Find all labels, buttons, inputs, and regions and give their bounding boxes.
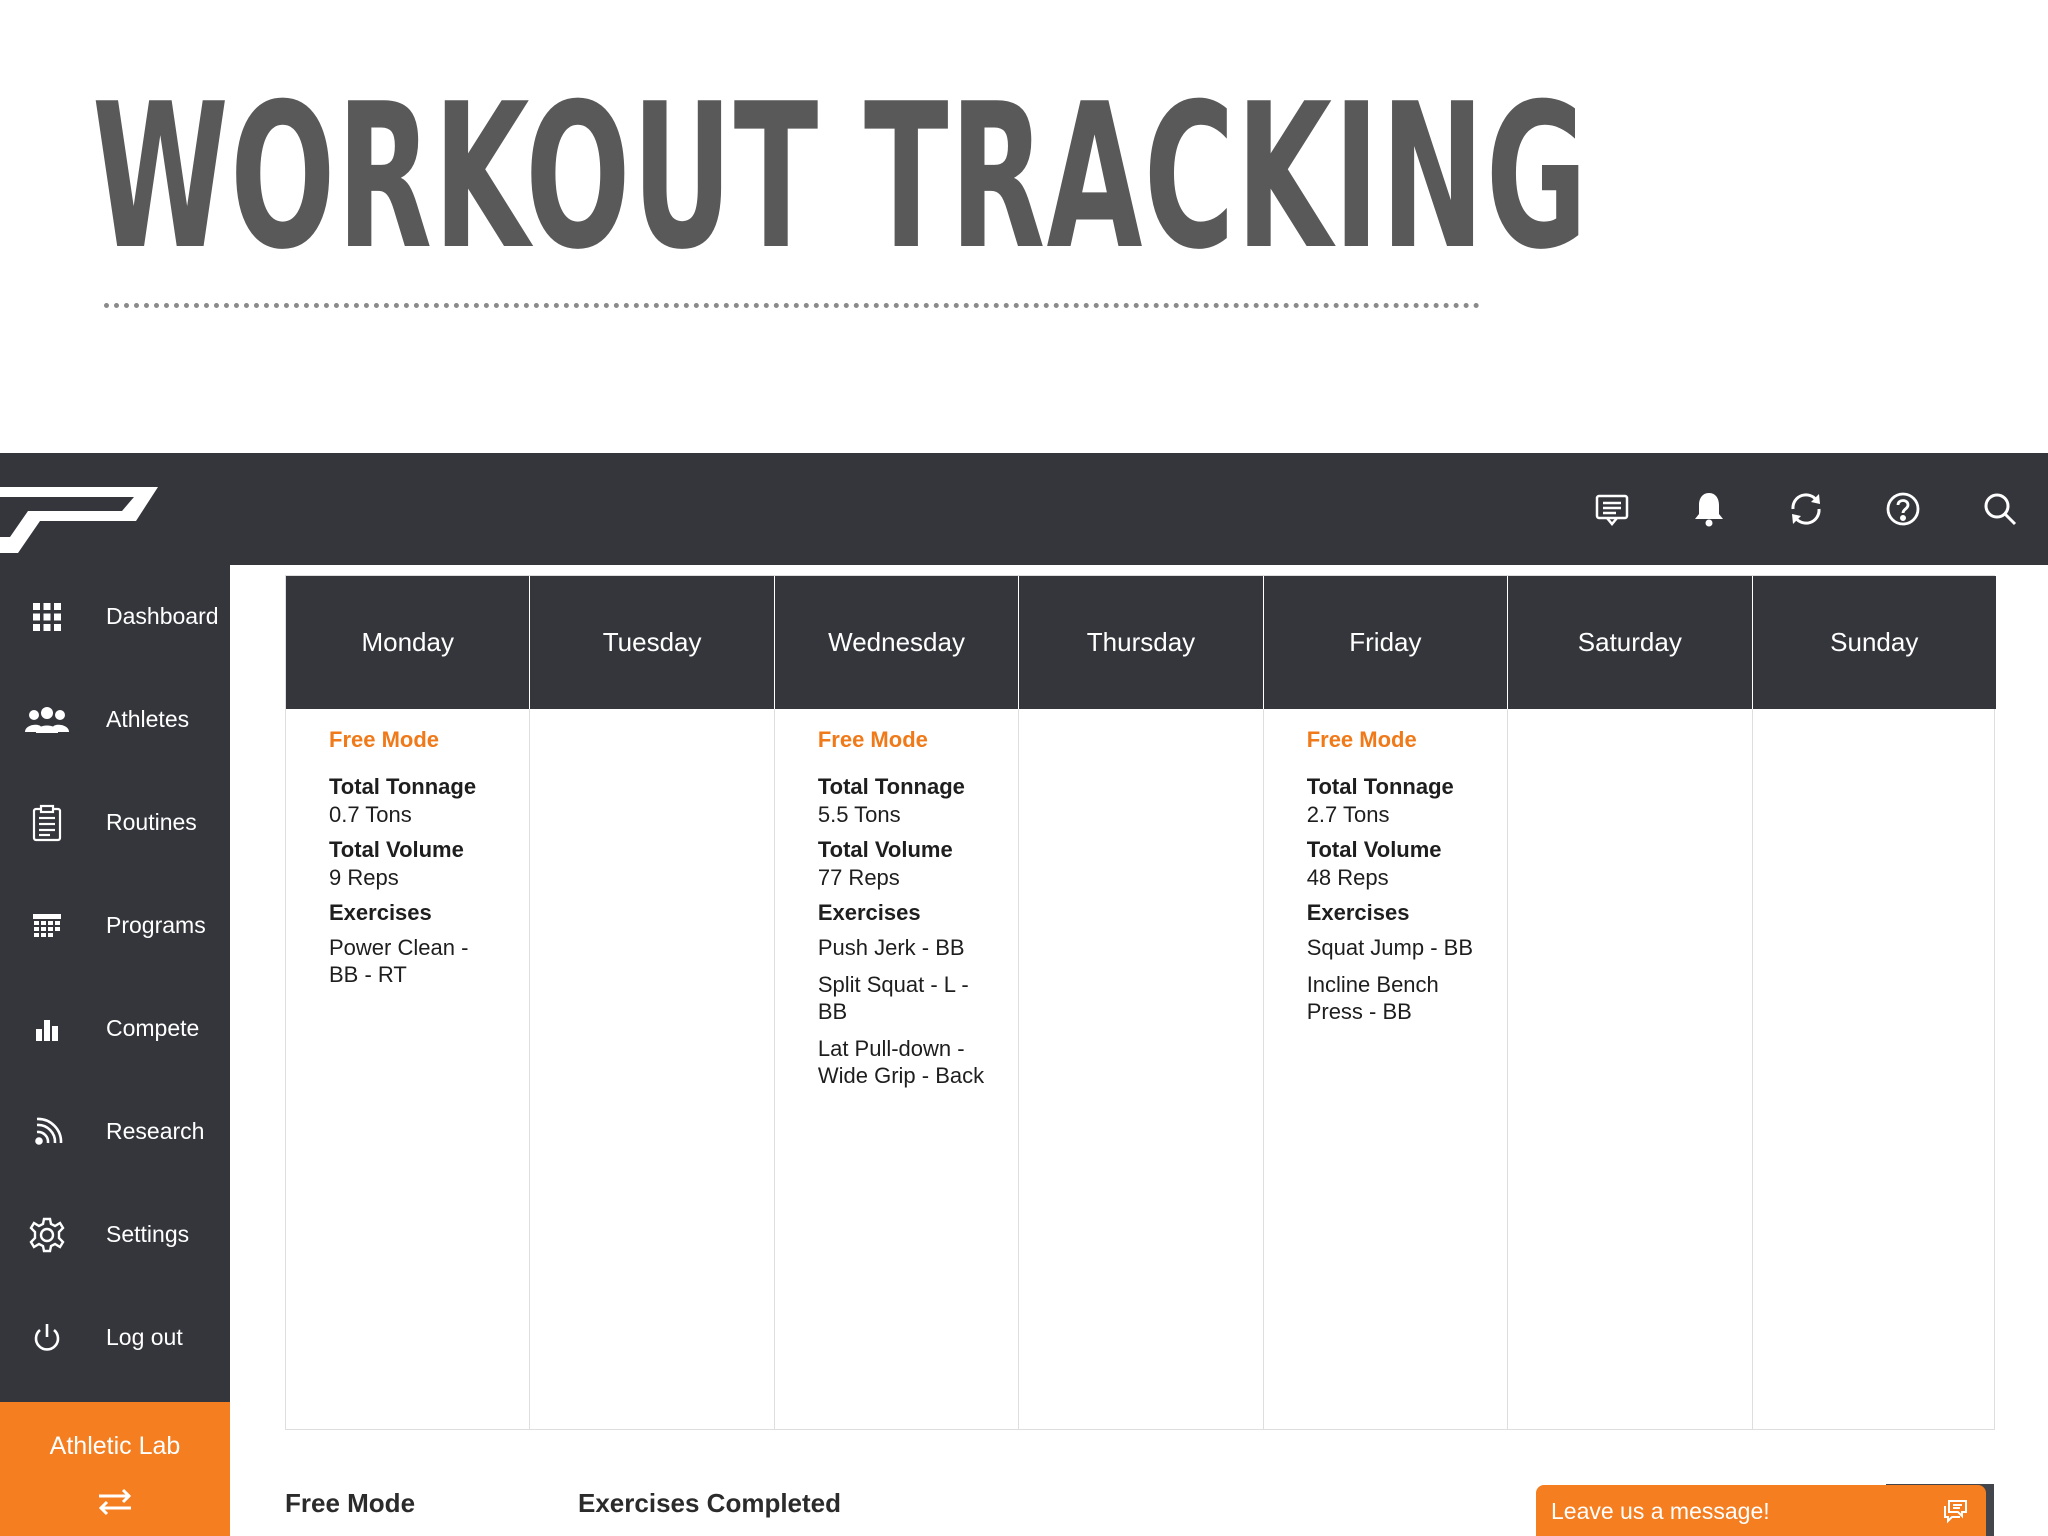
- day-header-sunday[interactable]: Sunday: [1753, 576, 1996, 709]
- exercise-item: Squat Jump - BB: [1306, 935, 1473, 960]
- exercises-label: Exercises: [817, 900, 921, 925]
- exercise-item: Split Squat - L - BB: [817, 972, 969, 1024]
- weekly-calendar: Monday Tuesday Wednesday Thursday Friday…: [285, 575, 1996, 1430]
- tonnage-label: Total Tonnage: [329, 774, 477, 799]
- sidebar-item-research[interactable]: Research: [0, 1080, 230, 1183]
- exercises-label: Exercises: [329, 900, 432, 925]
- sync-icon[interactable]: [1757, 453, 1854, 565]
- summary-exercises-completed-label: Exercises Completed: [578, 1488, 842, 1518]
- slide-title: WORKOUT TRACKING: [92, 61, 1589, 294]
- day-header-friday[interactable]: Friday: [1264, 576, 1509, 709]
- exercises-label: Exercises: [1306, 900, 1410, 925]
- sidebar-item-programs[interactable]: Programs: [0, 874, 230, 977]
- day-column-tuesday[interactable]: [530, 709, 775, 1430]
- sidebar-item-label: Programs: [106, 912, 206, 938]
- sidebar-item-compete[interactable]: Compete: [0, 977, 230, 1080]
- sidebar-item-athletes[interactable]: Athletes: [0, 668, 230, 771]
- sidebar-item-label: Settings: [106, 1221, 190, 1247]
- day-header-tuesday[interactable]: Tuesday: [530, 576, 775, 709]
- bar-chart-icon: [0, 977, 94, 1080]
- sidebar-item-label: Routines: [106, 809, 197, 835]
- account-switcher[interactable]: Athletic Lab: [0, 1402, 230, 1536]
- tonnage-label: Total Tonnage: [1306, 774, 1454, 799]
- header-toolbar: [1563, 453, 2048, 565]
- sidebar-item-label: Log out: [106, 1324, 183, 1350]
- day-column-saturday[interactable]: [1508, 709, 1753, 1430]
- tonnage-label: Total Tonnage: [817, 774, 965, 799]
- volume-label: Total Volume: [817, 837, 953, 862]
- tonnage-value: 5.5 Tons: [817, 802, 901, 827]
- day-header-saturday[interactable]: Saturday: [1508, 576, 1753, 709]
- calendar-header-row: Monday Tuesday Wednesday Thursday Friday…: [286, 576, 1996, 709]
- exercise-item: Lat Pull-down - Wide Grip - Back: [817, 1036, 985, 1088]
- sidebar-item-dashboard[interactable]: Dashboard: [0, 565, 230, 668]
- account-name: Athletic Lab: [49, 1432, 181, 1460]
- chat-label: Leave us a message!: [1551, 1498, 1770, 1524]
- day-header-wednesday[interactable]: Wednesday: [775, 576, 1020, 709]
- sidebar-item-label: Compete: [106, 1015, 200, 1041]
- sidebar-item-label: Research: [106, 1118, 205, 1144]
- title-dotted-rule: [104, 303, 1480, 308]
- grid-icon: [0, 565, 94, 668]
- calendar-body: Free Mode Total Tonnage 0.7 Tons Total V…: [286, 709, 1996, 1430]
- workout-mode-link[interactable]: Free Mode: [1307, 727, 1507, 753]
- day-column-friday[interactable]: Free Mode Total Tonnage 2.7 Tons Total V…: [1264, 709, 1509, 1430]
- volume-value: 48 Reps: [1306, 865, 1389, 890]
- day-header-monday[interactable]: Monday: [286, 576, 531, 709]
- summary-mode-label: Free Mode: [285, 1488, 416, 1518]
- swap-arrows-icon[interactable]: [95, 1486, 135, 1518]
- app-window: Dashboard Athletes Routines Programs Com…: [0, 453, 2048, 1536]
- leave-message-button[interactable]: Leave us a message!: [1536, 1485, 1986, 1536]
- sidebar: Dashboard Athletes Routines Programs Com…: [0, 565, 230, 1536]
- clipboard-icon: [0, 771, 94, 874]
- top-bar: [0, 453, 2048, 565]
- day-column-thursday[interactable]: [1019, 709, 1264, 1430]
- power-icon: [0, 1286, 94, 1389]
- rss-icon: [0, 1080, 94, 1183]
- volume-label: Total Volume: [1306, 837, 1442, 862]
- exercise-item: Incline Bench Press - BB: [1306, 972, 1439, 1024]
- calendar-icon: [0, 874, 94, 977]
- exercise-item: Power Clean - BB - RT: [329, 935, 469, 987]
- messages-icon[interactable]: [1563, 453, 1660, 565]
- sidebar-item-routines[interactable]: Routines: [0, 771, 230, 874]
- sidebar-item-label: Athletes: [106, 706, 190, 732]
- volume-value: 77 Reps: [817, 865, 900, 890]
- sidebar-item-label: Dashboard: [106, 603, 219, 629]
- day-header-thursday[interactable]: Thursday: [1019, 576, 1264, 709]
- workout-mode-link[interactable]: Free Mode: [818, 727, 1018, 753]
- volume-value: 9 Reps: [329, 865, 399, 890]
- gear-icon: [0, 1183, 94, 1286]
- tonnage-value: 0.7 Tons: [329, 802, 412, 827]
- day-column-wednesday[interactable]: Free Mode Total Tonnage 5.5 Tons Total V…: [775, 709, 1020, 1430]
- help-icon[interactable]: [1854, 453, 1951, 565]
- app-logo[interactable]: [0, 475, 160, 555]
- people-icon: [0, 668, 94, 771]
- sidebar-item-log-out[interactable]: Log out: [0, 1286, 230, 1389]
- bell-icon[interactable]: [1660, 453, 1757, 565]
- day-column-sunday[interactable]: [1753, 709, 1996, 1430]
- volume-label: Total Volume: [329, 837, 464, 862]
- search-icon[interactable]: [1951, 453, 2048, 565]
- chat-bubbles-icon: [1944, 1500, 1967, 1524]
- exercise-item: Push Jerk - BB: [817, 935, 965, 960]
- day-column-monday[interactable]: Free Mode Total Tonnage 0.7 Tons Total V…: [286, 709, 531, 1430]
- workout-mode-link[interactable]: Free Mode: [329, 727, 529, 753]
- tonnage-value: 2.7 Tons: [1306, 802, 1390, 827]
- sidebar-item-settings[interactable]: Settings: [0, 1183, 230, 1286]
